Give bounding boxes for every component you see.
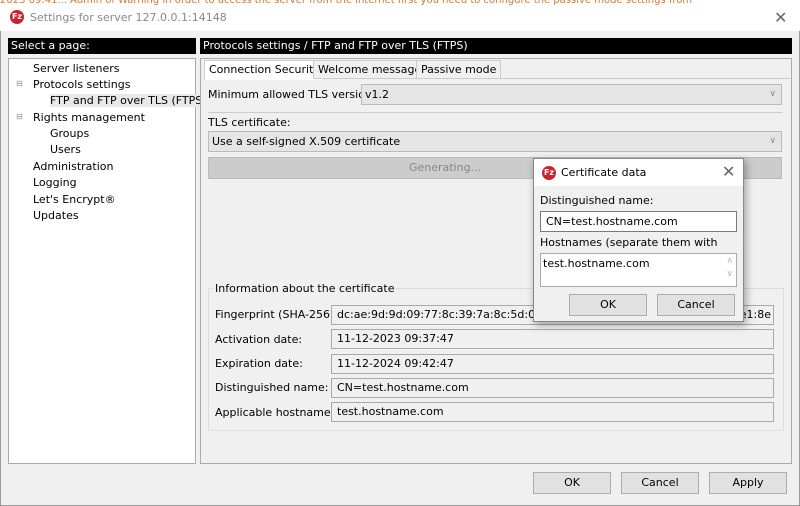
filezilla-logo-icon: Fz — [10, 10, 24, 24]
min-tls-value: v1.2 — [365, 88, 390, 101]
collapse-icon[interactable]: ⊟ — [16, 112, 23, 121]
tls-cert-value: Use a self-signed X.509 certificate — [212, 135, 401, 148]
dn-field[interactable]: CN=test.hostname.com — [331, 378, 774, 398]
hostnames-field[interactable]: test.hostname.com — [331, 402, 774, 422]
window-title: Settings for server 127.0.0.1:14148 — [30, 11, 227, 24]
certificate-info-title: Information about the certificate — [213, 282, 397, 295]
dialog-hostnames-textarea[interactable]: test.hostname.com ∧ ∨ — [540, 253, 737, 287]
scroll-arrows-icon[interactable]: ∧ ∨ — [726, 255, 733, 281]
fingerprint-label: Fingerprint (SHA-256): — [215, 308, 338, 321]
tree-item-protocols-settings[interactable]: Protocols settings — [33, 78, 130, 91]
dialog-dn-input[interactable]: CN=test.hostname.com — [540, 211, 737, 232]
divider — [208, 112, 782, 113]
tls-cert-label: TLS certificate: — [208, 116, 291, 129]
tree-item-rights-management[interactable]: Rights management — [33, 111, 145, 124]
cancel-button[interactable]: Cancel — [621, 472, 699, 494]
min-tls-select[interactable]: v1.2 ∨ — [361, 84, 782, 105]
apply-button[interactable]: Apply — [709, 472, 787, 494]
dialog-title: Certificate data — [561, 166, 647, 179]
activation-label: Activation date: — [215, 333, 303, 346]
dialog-close-button[interactable]: ✕ — [722, 162, 735, 181]
tree-item-lets-encrypt[interactable]: Let's Encrypt® — [33, 193, 116, 206]
dialog-hostnames-label: Hostnames (separate them with — [540, 236, 718, 249]
ok-button[interactable]: OK — [533, 472, 611, 494]
dn-label: Distinguished name: — [215, 381, 329, 394]
activation-field[interactable]: 11-12-2023 09:37:47 — [331, 329, 774, 349]
expiration-label: Expiration date: — [215, 357, 303, 370]
fingerprint-tail: e1:8e — [739, 308, 771, 321]
tab-passive-mode[interactable]: Passive mode — [416, 60, 502, 79]
chevron-down-icon: ∨ — [769, 89, 776, 99]
dialog-dn-label: Distinguished name: — [540, 194, 654, 207]
dialog-cancel-button[interactable]: Cancel — [657, 294, 735, 316]
tab-welcome-message[interactable]: Welcome message — [313, 60, 427, 79]
tls-cert-select[interactable]: Use a self-signed X.509 certificate ∨ — [208, 131, 782, 152]
tab-connection-security[interactable]: Connection Security — [204, 60, 325, 80]
filezilla-logo-icon: Fz — [542, 166, 556, 180]
dialog-hostnames-value: test.hostname.com — [543, 257, 650, 270]
tree-item-administration[interactable]: Administration — [33, 160, 114, 173]
expiration-field[interactable]: 11-12-2024 09:42:47 — [331, 354, 774, 374]
generating-label: Generating... — [408, 161, 482, 174]
tree-item-server-listeners[interactable]: Server listeners — [33, 62, 120, 75]
tree-item-users[interactable]: Users — [50, 143, 81, 156]
min-tls-label: Minimum allowed TLS version: — [208, 88, 376, 101]
fingerprint-value: dc:ae:9d:9d:09:77:8c:39:7a:8c:5d:07:eb: — [337, 308, 564, 321]
collapse-icon[interactable]: ⊟ — [16, 79, 23, 88]
dialog-ok-button[interactable]: OK — [569, 294, 647, 316]
tree-item-ftp-ftps[interactable]: FTP and FTP over TLS (FTPS) — [50, 94, 207, 107]
tree-item-updates[interactable]: Updates — [33, 209, 79, 222]
certificate-data-dialog: Fz Certificate data ✕ Distinguished name… — [533, 158, 744, 322]
page-header: Protocols settings / FTP and FTP over TL… — [200, 38, 792, 54]
chevron-down-icon: ∨ — [769, 136, 776, 146]
tree-item-groups[interactable]: Groups — [50, 127, 89, 140]
close-window-button[interactable]: ✕ — [774, 8, 787, 27]
hostnames-label: Applicable hostnames: — [215, 406, 341, 419]
select-page-header: Select a page: — [8, 38, 196, 54]
tree-item-logging[interactable]: Logging — [33, 176, 77, 189]
page-tree: Server listeners ⊟ Protocols settings FT… — [8, 58, 207, 464]
